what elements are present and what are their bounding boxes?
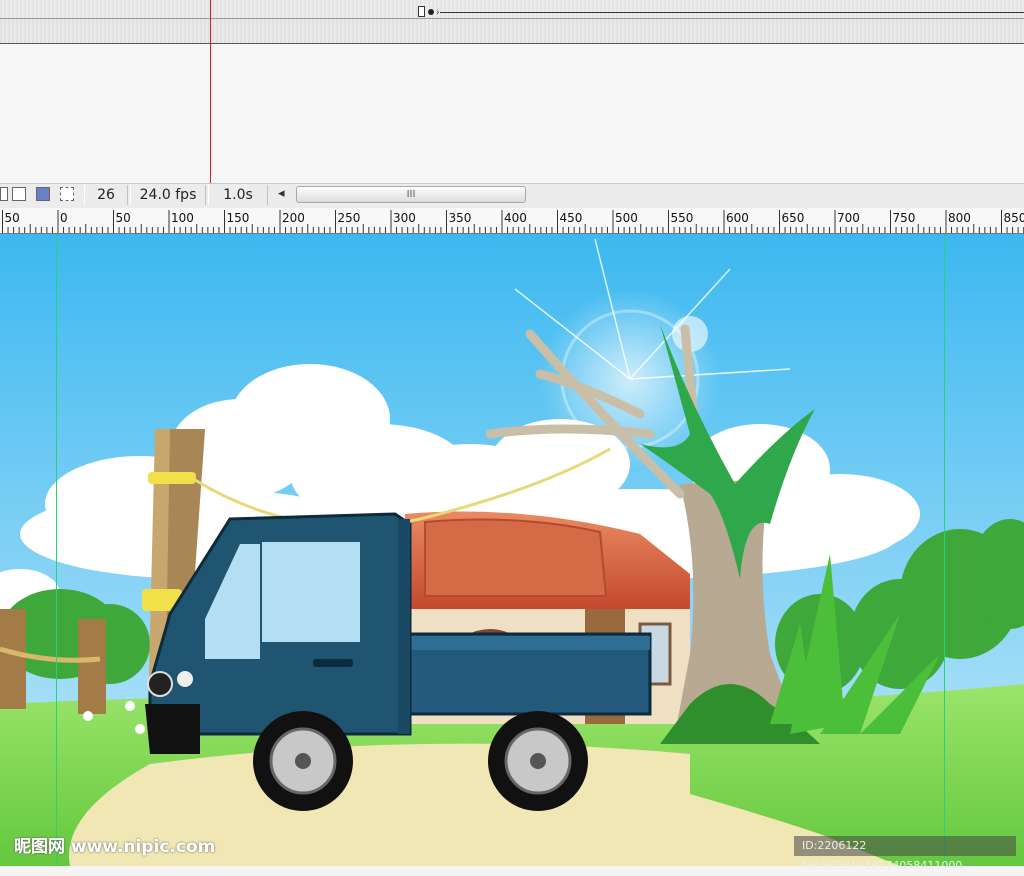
horizontal-ruler: 5005010015020025030035040045050055060065…	[0, 208, 1024, 234]
ruler-label: 800	[948, 211, 971, 225]
ruler-label: 250	[338, 211, 361, 225]
keyframe-dot[interactable]	[428, 9, 434, 15]
edit-multiple-frames-icon[interactable]	[36, 187, 50, 201]
ruler-label: 600	[726, 211, 749, 225]
keyframe-marker[interactable]	[418, 6, 425, 17]
ruler-label: 200	[282, 211, 305, 225]
timeline-horizontal-scrollbar[interactable]: III	[296, 186, 526, 203]
ruler-label: 750	[893, 211, 916, 225]
ruler-label: 0	[60, 211, 68, 225]
timeline-panel[interactable]: ›	[0, 0, 1024, 183]
rear-wheel	[488, 711, 588, 811]
ruler-label: 300	[393, 211, 416, 225]
scene-artwork[interactable]	[0, 234, 1024, 866]
tween-arrow-icon: ›	[436, 8, 440, 18]
scroll-left-arrow-icon[interactable]: ◂	[278, 186, 285, 201]
ruler-label: 450	[560, 211, 583, 225]
ruler-label: 50	[5, 211, 20, 225]
onion-skin-outline-icon[interactable]	[12, 187, 26, 201]
ruler-label: 500	[615, 211, 638, 225]
timeline-layer-row-2[interactable]	[0, 19, 1024, 44]
modify-onion-markers-icon[interactable]	[60, 187, 74, 201]
ruler-label: 100	[171, 211, 194, 225]
onion-skin-icon[interactable]	[0, 187, 8, 201]
ruler-label: 700	[837, 211, 860, 225]
elapsed-time-field: 1.0s	[208, 185, 268, 205]
guide-line-right[interactable]	[944, 234, 945, 866]
ruler-label: 550	[671, 211, 694, 225]
guide-line-left[interactable]	[56, 234, 57, 866]
timeline-layer-row[interactable]	[0, 0, 1024, 19]
timeline-status-bar: 26 24.0 fps 1.0s ◂ III	[0, 183, 1024, 209]
ruler-label: 350	[449, 211, 472, 225]
watermark-id: ID:2206122 NO:20181018174058411000	[794, 836, 1016, 856]
watermark-site: 昵图网 www.nipic.com	[14, 832, 215, 857]
ruler-label: 150	[227, 211, 250, 225]
front-wheel	[253, 711, 353, 811]
ruler-label: 650	[782, 211, 805, 225]
playhead[interactable]	[210, 0, 211, 183]
ruler-label: 850	[1004, 211, 1024, 225]
ruler-label: 400	[504, 211, 527, 225]
current-frame-field[interactable]: 26	[84, 185, 128, 205]
tween-line	[440, 12, 1024, 13]
frame-rate-field[interactable]: 24.0 fps	[130, 185, 206, 205]
ruler-label: 50	[116, 211, 131, 225]
stage-canvas[interactable]	[0, 234, 1024, 866]
